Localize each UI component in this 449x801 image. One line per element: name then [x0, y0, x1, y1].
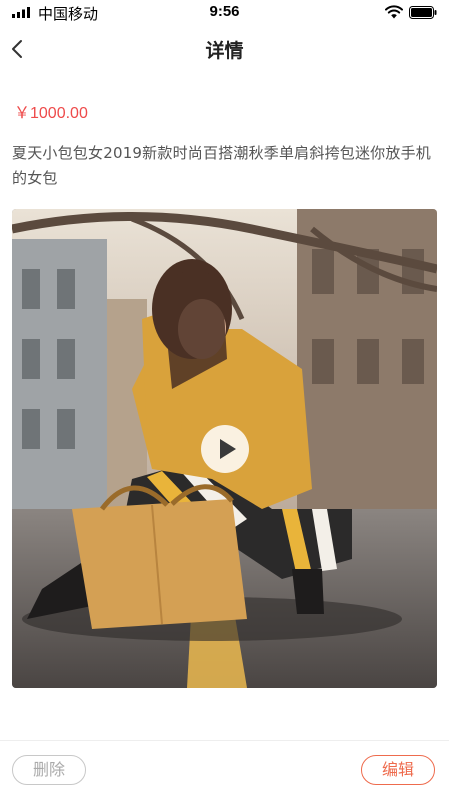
delete-button[interactable]: 删除 [12, 755, 86, 785]
wifi-icon [385, 5, 403, 19]
nav-bar: 详情 [0, 24, 449, 76]
status-time: 9:56 [209, 3, 240, 20]
product-title: 夏天小包包女2019新款时尚百搭潮秋季单肩斜挎包迷你放手机的女包 [12, 144, 431, 187]
product-price: ￥1000.00 [14, 105, 88, 122]
play-button[interactable] [201, 425, 249, 473]
status-bar: 中国移动 9:56 [0, 0, 449, 24]
bottom-action-bar: 删除 编辑 [0, 740, 449, 801]
battery-icon [409, 6, 437, 19]
page-title: 详情 [205, 40, 244, 62]
play-icon [220, 439, 236, 459]
product-video[interactable] [12, 209, 437, 688]
edit-button[interactable]: 编辑 [361, 755, 435, 785]
